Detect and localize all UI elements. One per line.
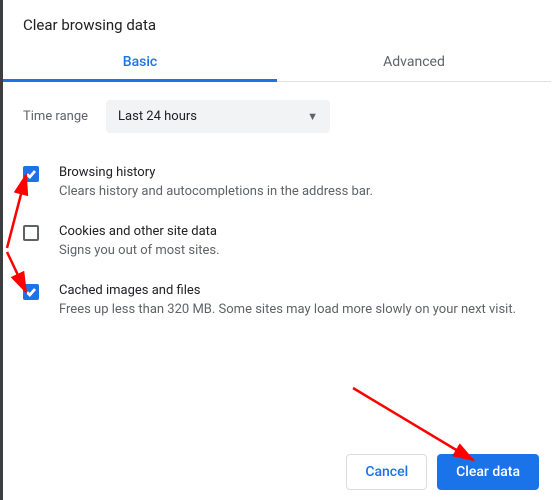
option-title: Cookies and other site data bbox=[59, 224, 531, 239]
option-cache: Cached images and files Frees up less th… bbox=[23, 271, 531, 330]
checkbox-browsing-history[interactable] bbox=[23, 166, 39, 182]
options-list: Browsing history Clears history and auto… bbox=[3, 147, 551, 330]
time-range-row: Time range Last 24 hours ▼ bbox=[3, 82, 551, 147]
option-title: Cached images and files bbox=[59, 283, 531, 298]
time-range-label: Time range bbox=[23, 109, 88, 124]
chevron-down-icon: ▼ bbox=[307, 110, 318, 123]
dialog-title: Clear browsing data bbox=[3, 0, 551, 42]
option-desc: Clears history and autocompletions in th… bbox=[59, 183, 531, 202]
time-range-select[interactable]: Last 24 hours ▼ bbox=[106, 100, 330, 133]
tab-advanced[interactable]: Advanced bbox=[277, 42, 551, 81]
cancel-button[interactable]: Cancel bbox=[346, 454, 427, 490]
option-browsing-history: Browsing history Clears history and auto… bbox=[23, 153, 531, 212]
clear-data-button[interactable]: Clear data bbox=[437, 454, 539, 490]
tabs: Basic Advanced bbox=[3, 42, 551, 82]
checkbox-cache[interactable] bbox=[23, 284, 39, 300]
dialog-footer: Cancel Clear data bbox=[346, 454, 539, 490]
checkbox-cookies[interactable] bbox=[23, 225, 39, 241]
tab-basic[interactable]: Basic bbox=[3, 42, 277, 81]
option-desc: Frees up less than 320 MB. Some sites ma… bbox=[59, 301, 531, 320]
time-range-value: Last 24 hours bbox=[118, 109, 197, 124]
option-cookies: Cookies and other site data Signs you ou… bbox=[23, 212, 531, 271]
option-desc: Signs you out of most sites. bbox=[59, 242, 531, 261]
option-title: Browsing history bbox=[59, 165, 531, 180]
